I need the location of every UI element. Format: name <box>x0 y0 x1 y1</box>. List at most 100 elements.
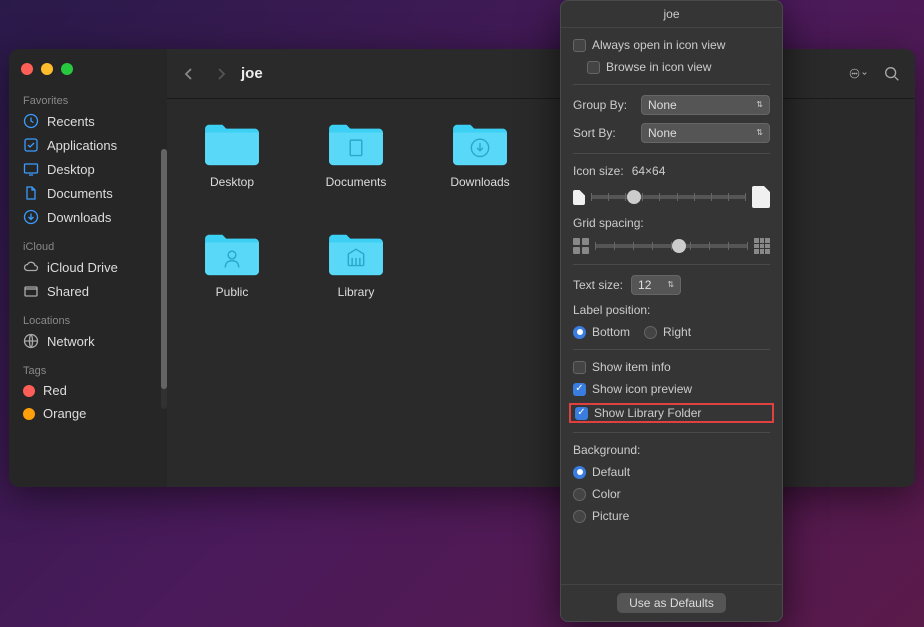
toolbar: joe <box>167 49 915 99</box>
show-item-info-row[interactable]: Show item info <box>573 360 770 374</box>
panel-body: Always open in icon view Browse in icon … <box>561 28 782 584</box>
forward-button[interactable] <box>213 66 229 82</box>
doc-large-icon <box>752 186 770 208</box>
sidebar-section-favorites: Favorites Recents Applications Desktop D… <box>9 85 167 231</box>
checkbox-icon[interactable] <box>573 361 586 374</box>
bg-color-label: Color <box>592 487 621 501</box>
select-value: 12 <box>638 278 651 292</box>
clock-icon <box>23 113 39 129</box>
folder-label: Desktop <box>210 175 254 189</box>
use-as-defaults-button[interactable]: Use as Defaults <box>617 593 726 613</box>
folder-desktop[interactable]: Desktop <box>197 119 267 189</box>
radio-icon[interactable] <box>573 466 586 479</box>
folder-icon <box>325 119 387 169</box>
radio-icon[interactable] <box>573 510 586 523</box>
sidebar-item-label: Recents <box>47 114 95 129</box>
folder-library[interactable]: Library <box>321 229 391 299</box>
sidebar-item-recents[interactable]: Recents <box>9 109 167 133</box>
show-icon-preview-row[interactable]: Show icon preview <box>573 382 770 396</box>
shared-icon <box>23 283 39 299</box>
sidebar-item-downloads[interactable]: Downloads <box>9 205 167 229</box>
checkbox-icon[interactable] <box>573 383 586 396</box>
downloads-icon <box>23 209 39 225</box>
sidebar-item-applications[interactable]: Applications <box>9 133 167 157</box>
label-right-radio[interactable]: Right <box>644 325 691 339</box>
sort-by-select[interactable]: None⇅ <box>641 123 770 143</box>
text-size-select[interactable]: 12 ⇅ <box>631 275 681 295</box>
divider <box>573 432 770 433</box>
bg-picture-label: Picture <box>592 509 629 523</box>
folder-documents[interactable]: Documents <box>321 119 391 189</box>
checkbox-icon[interactable] <box>575 407 588 420</box>
sidebar-item-label: Documents <box>47 186 113 201</box>
folder-downloads[interactable]: Downloads <box>445 119 515 189</box>
folder-label: Public <box>216 285 249 299</box>
minimize-icon[interactable] <box>41 63 53 75</box>
slider-thumb[interactable] <box>672 239 686 253</box>
sidebar-item-documents[interactable]: Documents <box>9 181 167 205</box>
text-size-label: Text size: <box>573 278 623 292</box>
group-by-select[interactable]: None⇅ <box>641 95 770 115</box>
bg-picture-radio[interactable]: Picture <box>573 509 770 523</box>
folder-icon <box>325 229 387 279</box>
divider <box>573 84 770 85</box>
folder-public[interactable]: Public <box>197 229 267 299</box>
sidebar: Favorites Recents Applications Desktop D… <box>9 49 167 487</box>
icon-size-slider[interactable] <box>591 190 746 204</box>
checkbox-icon[interactable] <box>573 39 586 52</box>
slider-thumb[interactable] <box>627 190 641 204</box>
radio-icon[interactable] <box>644 326 657 339</box>
sidebar-item-tag-red[interactable]: Red <box>9 379 167 402</box>
scroll-thumb[interactable] <box>161 149 167 389</box>
folder-label: Documents <box>326 175 387 189</box>
main-area: joe Desktop Documents Downloads Movies P… <box>167 49 915 487</box>
bg-color-radio[interactable]: Color <box>573 487 770 501</box>
sidebar-item-label: Applications <box>47 138 117 153</box>
sidebar-item-label: iCloud Drive <box>47 260 118 275</box>
folder-icon <box>201 229 263 279</box>
label-position-label: Label position: <box>573 303 770 317</box>
search-button[interactable] <box>883 65 901 83</box>
sidebar-item-tag-orange[interactable]: Orange <box>9 402 167 425</box>
back-button[interactable] <box>181 66 197 82</box>
sidebar-item-network[interactable]: Network <box>9 329 167 353</box>
bg-default-radio[interactable]: Default <box>573 465 770 479</box>
sidebar-section-tags: Tags Red Orange <box>9 355 167 427</box>
grid-spacing-label: Grid spacing: <box>573 216 770 230</box>
show-library-folder-row[interactable]: Show Library Folder <box>575 406 768 420</box>
action-menu-button[interactable] <box>849 65 867 83</box>
label-bottom-radio[interactable]: Bottom <box>573 325 630 339</box>
sidebar-item-desktop[interactable]: Desktop <box>9 157 167 181</box>
radio-icon[interactable] <box>573 488 586 501</box>
view-options-panel: joe Always open in icon view Browse in i… <box>560 0 783 622</box>
label-right-label: Right <box>663 325 691 339</box>
window-controls <box>9 57 167 85</box>
always-open-row[interactable]: Always open in icon view <box>573 38 770 52</box>
radio-icon[interactable] <box>573 326 586 339</box>
divider <box>573 264 770 265</box>
text-size-row: Text size: 12 ⇅ <box>573 275 770 295</box>
sidebar-item-icloud-drive[interactable]: iCloud Drive <box>9 255 167 279</box>
sidebar-heading-locations: Locations <box>9 309 167 329</box>
sidebar-heading-tags: Tags <box>9 359 167 379</box>
sidebar-heading-favorites: Favorites <box>9 89 167 109</box>
sidebar-section-icloud: iCloud iCloud Drive Shared <box>9 231 167 305</box>
maximize-icon[interactable] <box>61 63 73 75</box>
applications-icon <box>23 137 39 153</box>
show-library-folder-label: Show Library Folder <box>594 406 701 420</box>
chevron-updown-icon: ⇅ <box>667 281 674 289</box>
folder-icon <box>449 119 511 169</box>
cloud-icon <box>23 259 39 275</box>
chevron-updown-icon: ⇅ <box>756 129 763 137</box>
doc-small-icon <box>573 190 585 205</box>
always-open-label: Always open in icon view <box>592 38 725 52</box>
panel-title: joe <box>561 1 782 28</box>
show-icon-preview-label: Show icon preview <box>592 382 692 396</box>
grid-spacing-slider[interactable] <box>595 239 748 253</box>
window-title: joe <box>241 65 263 82</box>
label-bottom-label: Bottom <box>592 325 630 339</box>
close-icon[interactable] <box>21 63 33 75</box>
sidebar-scrollbar[interactable] <box>161 149 167 409</box>
sidebar-item-shared[interactable]: Shared <box>9 279 167 303</box>
sidebar-item-label: Desktop <box>47 162 95 177</box>
